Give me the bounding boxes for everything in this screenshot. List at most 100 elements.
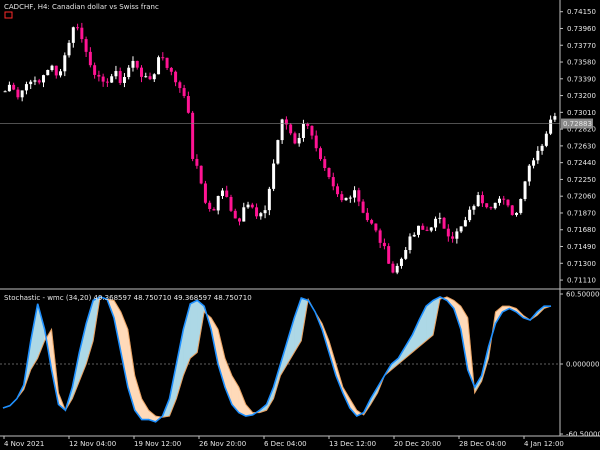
candle-body (425, 229, 429, 231)
candle (127, 65, 131, 80)
time-tick-label: 26 Nov 20:00 (199, 440, 246, 448)
candle (493, 202, 497, 210)
stoch-fill-segment (287, 317, 295, 365)
time-tick-label: 6 Dec 04:00 (264, 440, 307, 448)
candle-body (80, 27, 84, 40)
candle (417, 225, 420, 238)
candle-body (238, 218, 242, 222)
candle (182, 84, 186, 99)
candle (404, 246, 408, 260)
candle (178, 80, 182, 93)
candle-body (59, 71, 63, 76)
candle (131, 56, 135, 72)
candle (429, 227, 433, 233)
candle-body (327, 168, 331, 178)
candle (118, 67, 122, 86)
candle-body (127, 67, 131, 78)
candle-body (446, 228, 450, 237)
candle-body (182, 88, 186, 97)
candle-body (395, 265, 399, 273)
price-tick-label: 0.74150 (567, 8, 596, 16)
candle-body (336, 186, 340, 195)
trading-chart[interactable]: 0.74150 0.73960 0.73770 0.73580 0.73390 0.732… (0, 0, 600, 450)
chart-alert-icon[interactable] (4, 11, 13, 19)
candle-body (289, 124, 293, 134)
indicator-pane[interactable] (0, 295, 560, 423)
candle-body (306, 123, 310, 126)
candle-body (76, 27, 80, 29)
candle (459, 226, 463, 234)
candle (59, 68, 63, 78)
candle-body (387, 246, 391, 264)
price-tick-label: 0.73960 (567, 25, 596, 33)
candle-body (442, 217, 446, 229)
candle (148, 72, 152, 81)
candle-body (24, 84, 28, 91)
stoch-fill-segment (120, 311, 129, 388)
candle (301, 119, 305, 142)
candle-body (50, 65, 54, 71)
candle (135, 60, 139, 70)
candle (76, 23, 80, 31)
candle (472, 204, 476, 215)
price-pane[interactable] (0, 22, 560, 275)
candle (374, 223, 378, 233)
candle-body (225, 190, 229, 197)
candle (272, 159, 276, 192)
candle (7, 81, 11, 92)
candle-body (276, 140, 280, 164)
candle (438, 212, 442, 224)
candle (425, 226, 429, 232)
candle (408, 233, 412, 254)
candle-body (417, 225, 420, 235)
indicator-tick-label: -60.500000 (566, 431, 600, 439)
candle-body (353, 190, 357, 198)
candle (199, 165, 203, 185)
candle-body (131, 60, 135, 68)
candle (515, 212, 519, 217)
candle (476, 191, 480, 207)
candle-body (84, 39, 88, 52)
candle-body (37, 80, 41, 83)
candle (84, 36, 88, 57)
candle (399, 257, 403, 269)
time-tick-label: 19 Nov 12:00 (134, 440, 181, 448)
candle-body (408, 236, 412, 250)
candle-body (208, 202, 212, 209)
candle (54, 65, 58, 79)
candle (348, 195, 352, 203)
candle-body (421, 225, 425, 230)
candle-body (152, 74, 156, 80)
candle (485, 203, 489, 209)
candle (289, 123, 293, 136)
candle-body (178, 82, 182, 89)
indicator-tick-label: 0.000000 (566, 361, 599, 369)
stoch-fill-segment (190, 299, 198, 359)
candle (267, 186, 271, 216)
candle-body (331, 177, 335, 187)
candle-body (20, 90, 24, 98)
candle (421, 223, 425, 230)
candle-body (297, 137, 301, 144)
candle-body (348, 197, 352, 199)
candle-body (357, 190, 361, 202)
candle-body (536, 150, 540, 161)
candle-body (468, 209, 472, 221)
candle (37, 78, 41, 85)
candle-body (195, 158, 199, 166)
candle-body (199, 165, 203, 184)
candle-body (114, 71, 118, 77)
candle-body (88, 51, 92, 66)
candle (527, 164, 531, 186)
candle (502, 195, 506, 205)
candle (353, 186, 357, 203)
candle (280, 118, 284, 144)
candle-body (63, 55, 67, 72)
candle-body (340, 194, 344, 201)
candle (101, 73, 105, 87)
candle-body (54, 65, 58, 76)
candle-body (140, 67, 143, 77)
candle-body (438, 217, 442, 219)
candle-body (519, 198, 523, 213)
candle (157, 55, 161, 75)
